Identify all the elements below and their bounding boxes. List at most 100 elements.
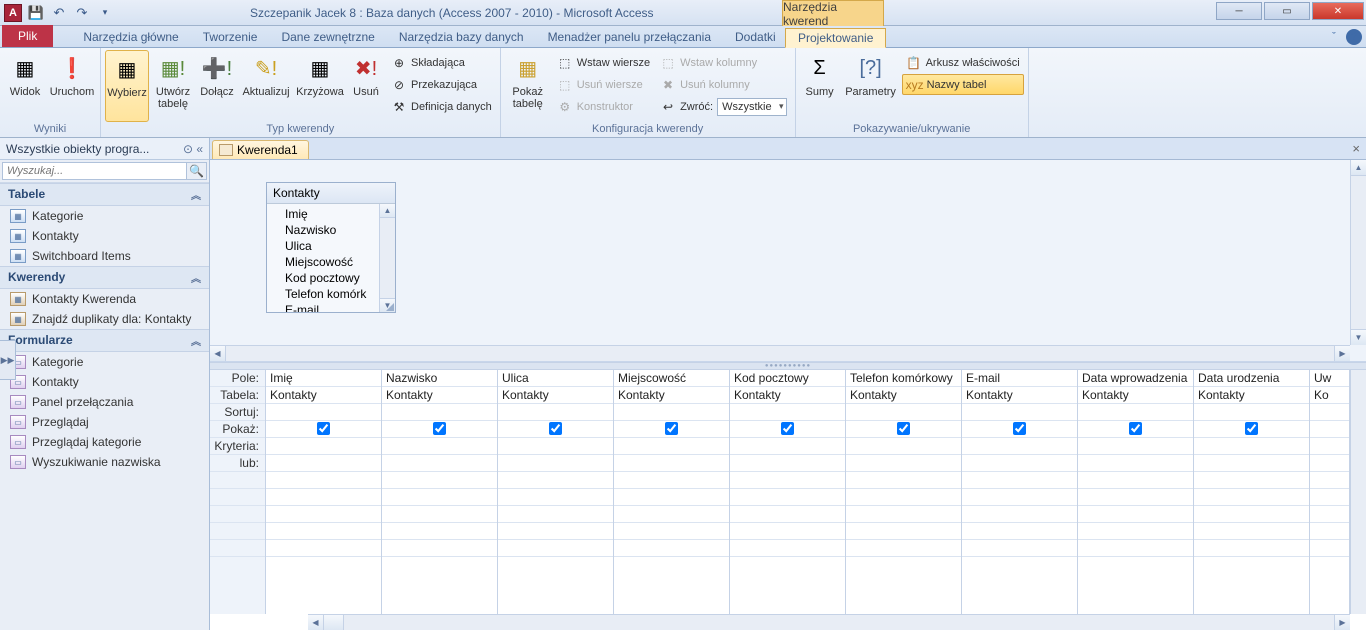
return-dropdown[interactable]: ↩Zwróć: Wszystkie	[656, 96, 791, 117]
nav-item-kontakty-kwerenda[interactable]: ▦Kontakty Kwerenda	[0, 289, 209, 309]
nav-group-forms[interactable]: Formularze︽	[0, 329, 209, 352]
nav-item-form-kontakty[interactable]: ▭Kontakty	[0, 372, 209, 392]
cell-sort[interactable]	[614, 404, 729, 421]
resize-handle-icon[interactable]	[383, 300, 395, 312]
append-button[interactable]: ➕! Dołącz	[197, 50, 237, 122]
cell-or[interactable]	[498, 455, 613, 472]
show-checkbox[interactable]	[897, 422, 910, 435]
cell-table[interactable]: Kontakty	[498, 387, 613, 404]
nav-item-duplicates[interactable]: ▦Znajdź duplikaty dla: Kontakty	[0, 309, 209, 329]
delete-rows-button[interactable]: ⬚Usuń wiersze	[553, 74, 654, 95]
cell-field[interactable]: Data wprowadzenia	[1078, 370, 1193, 387]
tab-switchboard-mgr[interactable]: Menadżer panelu przełączania	[536, 27, 723, 47]
nav-search-toggle-icon[interactable]: ⊙ «	[183, 142, 203, 156]
cell-table[interactable]: Kontakty	[1078, 387, 1193, 404]
scroll-left-icon[interactable]: ◀	[308, 615, 324, 630]
grid-h-scrollbar[interactable]: ◀ ▶	[308, 614, 1350, 630]
file-tab[interactable]: Plik	[2, 25, 53, 47]
search-input[interactable]	[2, 162, 187, 180]
cell-criteria[interactable]	[730, 438, 845, 455]
view-button[interactable]: ▦ Widok	[4, 50, 46, 122]
select-query-button[interactable]: ▦ Wybierz	[105, 50, 149, 122]
cell-field[interactable]: Data urodzenia	[1194, 370, 1309, 387]
cell-show[interactable]	[1194, 421, 1309, 438]
cell-sort[interactable]	[1194, 404, 1309, 421]
cell-table[interactable]: Kontakty	[266, 387, 381, 404]
scroll-up-icon[interactable]: ▲	[1351, 160, 1366, 176]
field-item[interactable]: Nazwisko	[267, 222, 395, 238]
cell-show[interactable]	[382, 421, 497, 438]
nav-item-switchboard[interactable]: ▦Switchboard Items	[0, 246, 209, 266]
cell-table[interactable]: Kontakty	[614, 387, 729, 404]
cell-field[interactable]: Nazwisko	[382, 370, 497, 387]
nav-item-form-kategorie[interactable]: ▭Kategorie	[0, 352, 209, 372]
cell-show[interactable]	[1078, 421, 1193, 438]
tab-db-tools[interactable]: Narzędzia bazy danych	[387, 27, 536, 47]
cell-or[interactable]	[846, 455, 961, 472]
tab-external-data[interactable]: Dane zewnętrzne	[269, 27, 386, 47]
cell-or[interactable]	[614, 455, 729, 472]
scroll-up-icon[interactable]: ▲	[380, 204, 395, 218]
parameters-button[interactable]: [?] Parametry	[842, 50, 900, 122]
cell-field[interactable]: E-mail	[962, 370, 1077, 387]
cell-criteria[interactable]	[1078, 438, 1193, 455]
field-item[interactable]: Kod pocztowy	[267, 270, 395, 286]
field-item[interactable]: Imię	[267, 206, 395, 222]
nav-item-form-przegladaj-kat[interactable]: ▭Przeglądaj kategorie	[0, 432, 209, 452]
cell-sort[interactable]	[962, 404, 1077, 421]
cell-or[interactable]	[382, 455, 497, 472]
cell-or[interactable]	[1078, 455, 1193, 472]
cell-show[interactable]	[962, 421, 1077, 438]
upper-h-scrollbar[interactable]: ◀ ▶	[210, 345, 1350, 361]
scroll-down-icon[interactable]: ▼	[1351, 329, 1366, 345]
cell-field[interactable]: Miejscowość	[614, 370, 729, 387]
cell-table[interactable]: Ko	[1310, 387, 1349, 404]
show-checkbox[interactable]	[1129, 422, 1142, 435]
nav-header[interactable]: Wszystkie obiekty progra... ⊙ «	[0, 138, 209, 160]
cell-sort[interactable]	[1078, 404, 1193, 421]
ribbon-collapse-icon[interactable]: ˇ	[1326, 29, 1342, 45]
qat-dropdown-icon[interactable]: ▾	[94, 3, 116, 23]
minimize-button[interactable]: ─	[1216, 2, 1262, 20]
cell-criteria[interactable]	[1194, 438, 1309, 455]
cell-show[interactable]	[730, 421, 845, 438]
upper-v-scrollbar[interactable]: ▲ ▼	[1350, 160, 1366, 345]
scroll-right-icon[interactable]: ▶	[1334, 615, 1350, 630]
scrollbar-thumb[interactable]	[324, 615, 344, 630]
cell-sort[interactable]	[382, 404, 497, 421]
undo-icon[interactable]: ↶	[48, 3, 70, 23]
save-icon[interactable]: 💾	[25, 3, 47, 23]
splitter-handle[interactable]: ●●●●●●●●●●	[210, 362, 1366, 370]
cell-criteria[interactable]	[962, 438, 1077, 455]
field-item[interactable]: Ulica	[267, 238, 395, 254]
search-icon[interactable]: 🔍	[187, 162, 207, 180]
scroll-right-icon[interactable]: ▶	[1334, 346, 1350, 361]
cell-sort[interactable]	[846, 404, 961, 421]
show-checkbox[interactable]	[1013, 422, 1026, 435]
cell-field[interactable]: Kod pocztowy	[730, 370, 845, 387]
cell-table[interactable]: Kontakty	[962, 387, 1077, 404]
redo-icon[interactable]: ↷	[71, 3, 93, 23]
cell-show[interactable]	[614, 421, 729, 438]
cell-criteria[interactable]	[498, 438, 613, 455]
cell-table[interactable]: Kontakty	[1194, 387, 1309, 404]
table-box-kontakty[interactable]: Kontakty Imię Nazwisko Ulica Miejscowość…	[266, 182, 396, 313]
update-button[interactable]: ✎! Aktualizuj	[239, 50, 293, 122]
nav-item-kontakty[interactable]: ▦Kontakty	[0, 226, 209, 246]
field-item[interactable]: Miejscowość	[267, 254, 395, 270]
show-checkbox[interactable]	[781, 422, 794, 435]
crosstab-button[interactable]: ▦ Krzyżowa	[295, 50, 345, 122]
field-item[interactable]: Telefon komórk	[267, 286, 395, 302]
table-names-button[interactable]: xyzNazwy tabel	[902, 74, 1024, 95]
cell-show[interactable]	[266, 421, 381, 438]
maximize-button[interactable]: ▭	[1264, 2, 1310, 20]
document-close-icon[interactable]: ×	[1352, 141, 1360, 156]
show-checkbox[interactable]	[1245, 422, 1258, 435]
cell-or[interactable]	[962, 455, 1077, 472]
cell-sort[interactable]	[730, 404, 845, 421]
help-icon[interactable]: ?	[1346, 29, 1362, 45]
nav-item-form-wyszukiwanie[interactable]: ▭Wyszukiwanie nazwiska	[0, 452, 209, 472]
cell-show[interactable]	[846, 421, 961, 438]
tab-addins[interactable]: Dodatki	[723, 27, 788, 47]
show-checkbox[interactable]	[665, 422, 678, 435]
